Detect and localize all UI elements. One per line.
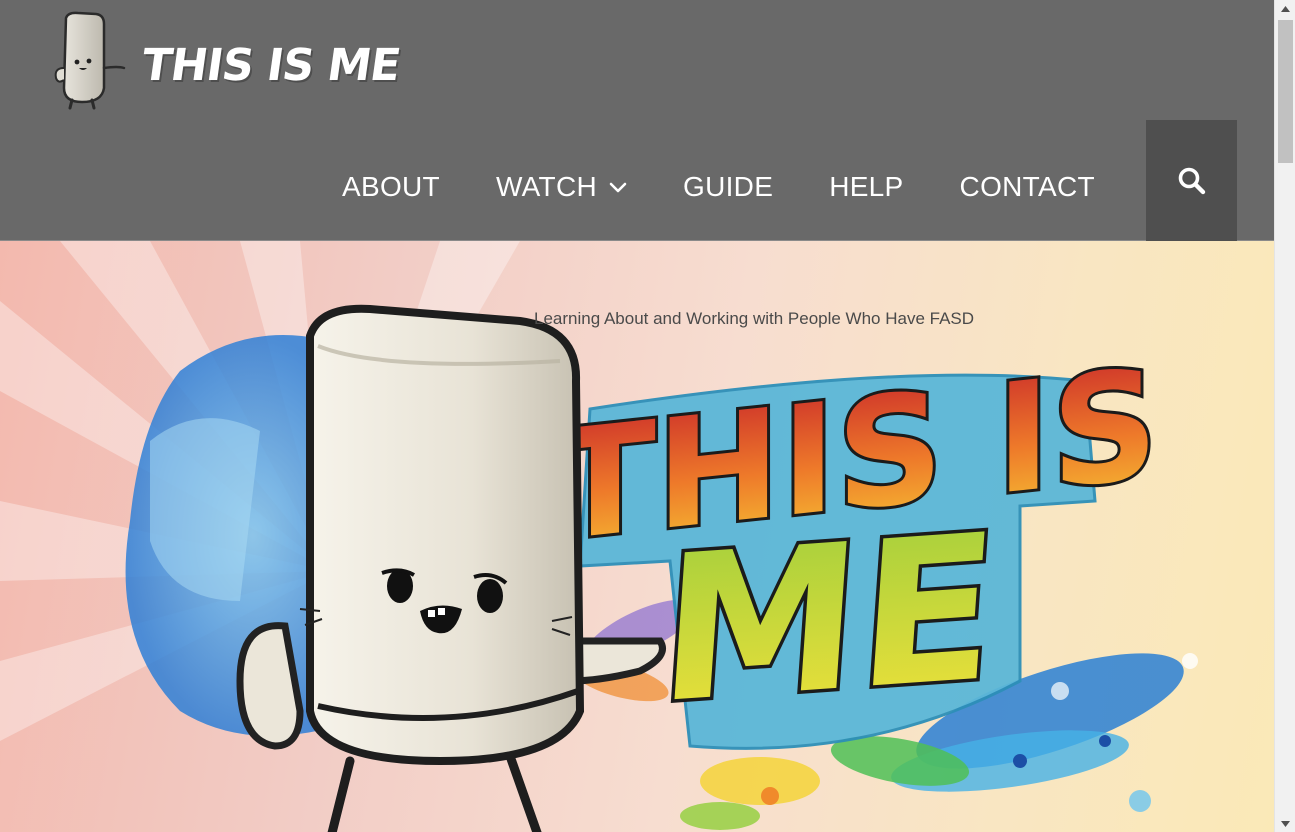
mascot-icon: [54, 11, 126, 110]
nav-item-label: HELP: [829, 171, 904, 202]
scroll-down-button[interactable]: [1275, 815, 1295, 832]
nav-item-watch[interactable]: WATCH: [474, 152, 649, 222]
scroll-up-button[interactable]: [1275, 0, 1295, 17]
hero-banner: THIS IS ME Learning About and Working wi…: [0, 241, 1274, 832]
main-navigation: ABOUT WATCH GUIDE HELP CONTACT: [320, 152, 1117, 222]
nav-item-label: CONTACT: [959, 171, 1095, 202]
nav-item-guide[interactable]: GUIDE: [661, 152, 795, 222]
site-logo-link[interactable]: THIS IS ME: [52, 10, 403, 110]
nav-item-label: WATCH: [495, 171, 597, 202]
scroll-up-arrow-icon: [1281, 5, 1290, 12]
nav-item-about[interactable]: ABOUT: [320, 152, 462, 222]
vertical-scrollbar[interactable]: [1274, 0, 1295, 832]
search-button[interactable]: [1146, 120, 1237, 241]
hero-title-line2: ME: [653, 491, 1004, 749]
nav-item-contact[interactable]: CONTACT: [938, 152, 1117, 222]
scrollbar-thumb[interactable]: [1278, 20, 1293, 163]
nav-item-help[interactable]: HELP: [807, 152, 925, 222]
hero-tagline: Learning About and Working with People W…: [534, 309, 975, 328]
site-header: THIS IS ME ABOUT WATCH GUIDE HELP CONTAC…: [0, 0, 1274, 241]
hero-illustration: THIS IS ME: [0, 241, 1198, 832]
search-icon: [1178, 167, 1205, 194]
chevron-down-icon: [609, 182, 627, 193]
logo-text: THIS IS ME: [138, 40, 404, 91]
page-viewport: THIS IS ME ABOUT WATCH GUIDE HELP CONTAC…: [0, 0, 1274, 832]
nav-item-label: ABOUT: [342, 171, 440, 202]
nav-item-label: GUIDE: [683, 171, 774, 202]
scroll-down-arrow-icon: [1281, 820, 1290, 827]
